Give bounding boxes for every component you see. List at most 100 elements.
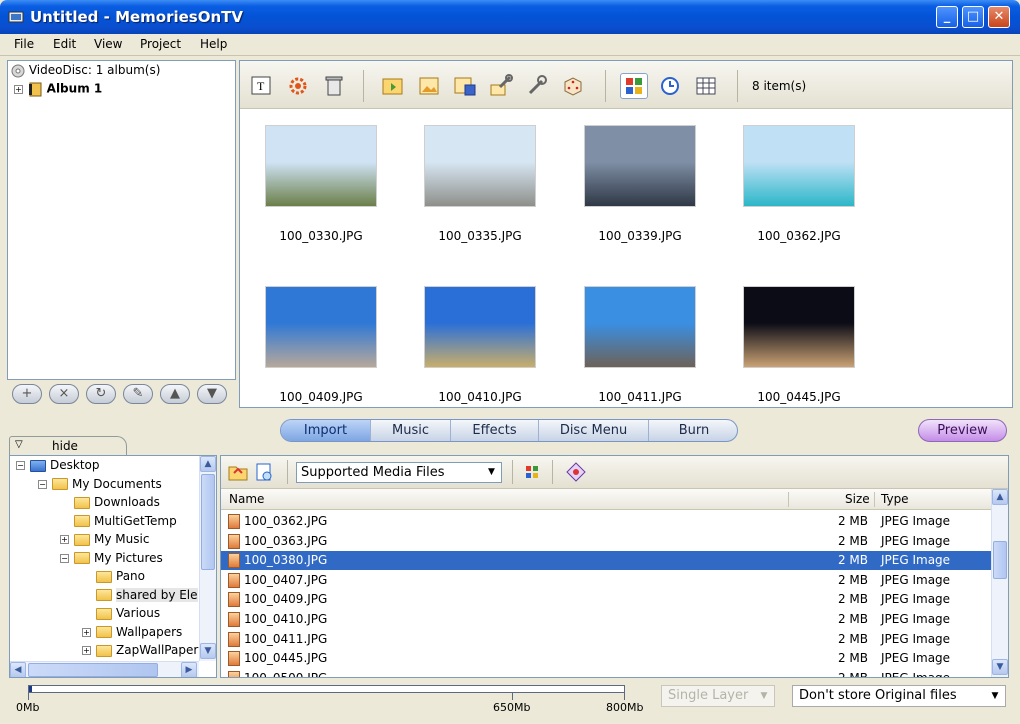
open-folder-button[interactable] <box>225 459 253 485</box>
column-type[interactable]: Type <box>881 492 909 506</box>
collapse-icon[interactable]: − <box>60 553 69 563</box>
add-album-button[interactable]: + <box>12 384 42 404</box>
minimize-button[interactable]: _ <box>936 6 958 28</box>
folder-horizontal-scrollbar[interactable]: ◀ ▶ <box>10 661 199 677</box>
tab-burn[interactable]: Burn <box>649 420 737 441</box>
folder-node[interactable]: + Wallpapers <box>82 625 182 639</box>
view-folder-button[interactable] <box>251 459 279 485</box>
folder-node[interactable]: − My Documents <box>38 477 162 491</box>
photo-image[interactable] <box>424 125 536 207</box>
folder-node[interactable]: Pano <box>82 569 145 583</box>
scroll-thumb[interactable] <box>993 541 1007 579</box>
folder-node[interactable]: + My Music <box>60 532 149 546</box>
file-row[interactable]: 100_0500.JPG 2 MB JPEG Image <box>221 669 991 677</box>
scroll-up-icon[interactable]: ▲ <box>200 456 216 472</box>
file-row[interactable]: 100_0380.JPG 2 MB JPEG Image <box>221 551 991 571</box>
menu-view[interactable]: View <box>94 37 122 51</box>
menu-help[interactable]: Help <box>200 37 227 51</box>
move-down-button[interactable]: ▼ <box>197 384 227 404</box>
column-size[interactable]: Size <box>845 492 870 506</box>
expand-icon[interactable]: + <box>82 646 91 655</box>
expand-icon[interactable]: + <box>14 84 23 94</box>
file-row[interactable]: 100_0410.JPG 2 MB JPEG Image <box>221 610 991 629</box>
move-up-button[interactable]: ▲ <box>160 384 190 404</box>
photo-image[interactable] <box>743 286 855 368</box>
album-node[interactable]: + Album 1 <box>14 81 102 97</box>
photo-image[interactable] <box>584 125 696 207</box>
scroll-right-icon[interactable]: ▶ <box>181 662 197 677</box>
folder-node[interactable]: − My Pictures <box>60 551 163 565</box>
photo-caption: 100_0330.JPG <box>279 229 363 243</box>
preview-button[interactable]: Preview <box>918 419 1007 442</box>
thumbnail-view-button[interactable] <box>620 73 648 99</box>
photo-image[interactable] <box>265 125 377 207</box>
close-button[interactable]: ✕ <box>988 6 1010 28</box>
folder-icon <box>96 626 112 638</box>
scroll-left-icon[interactable]: ◀ <box>10 662 26 677</box>
photo-image[interactable] <box>424 286 536 368</box>
folder-node[interactable]: − Desktop <box>16 458 100 472</box>
chevron-down-icon[interactable]: ▼ <box>483 464 500 481</box>
menu-edit[interactable]: Edit <box>53 37 76 51</box>
collapse-icon[interactable]: − <box>38 479 47 489</box>
scroll-thumb[interactable] <box>28 663 158 677</box>
photo-image[interactable] <box>743 125 855 207</box>
add-to-album-button[interactable] <box>563 459 591 485</box>
file-row[interactable]: 100_0409.JPG 2 MB JPEG Image <box>221 590 991 609</box>
settings-button[interactable] <box>523 73 551 99</box>
tools-button[interactable] <box>487 73 515 99</box>
expand-icon[interactable]: + <box>60 535 69 544</box>
videodisc-node[interactable]: VideoDisc: 1 album(s) <box>11 63 160 78</box>
list-view-button[interactable] <box>692 73 720 99</box>
edit-button[interactable]: ✎ <box>123 384 153 404</box>
folder-node[interactable]: Various <box>82 606 160 620</box>
timeline-view-button[interactable] <box>656 73 684 99</box>
maximize-button[interactable]: □ <box>962 6 984 28</box>
expand-icon[interactable]: + <box>82 627 91 637</box>
tab-music[interactable]: Music <box>371 420 451 441</box>
scroll-down-icon[interactable]: ▼ <box>992 659 1008 675</box>
disc-capacity-bar <box>28 685 625 693</box>
menu-project[interactable]: Project <box>140 37 181 51</box>
delete-button[interactable] <box>320 73 348 99</box>
file-row[interactable]: 100_0363.JPG 2 MB JPEG Image <box>221 532 991 551</box>
folder-vertical-scrollbar[interactable]: ▲ ▼ <box>199 456 216 661</box>
import-photos-button[interactable] <box>379 73 407 99</box>
add-text-button[interactable]: T <box>247 73 275 99</box>
file-row[interactable]: 100_0445.JPG 2 MB JPEG Image <box>221 649 991 668</box>
refresh-button[interactable]: ↻ <box>86 384 116 404</box>
store-originals-select[interactable]: Don't store Original files ▼ <box>792 685 1006 707</box>
album-tree[interactable]: VideoDisc: 1 album(s) + Album 1 <box>7 60 236 380</box>
scroll-thumb[interactable] <box>201 474 215 570</box>
folder-tree[interactable]: − Desktop − My Documents Downloads MultiGetTe… <box>9 455 217 678</box>
remove-album-button[interactable]: × <box>49 384 79 404</box>
random-button[interactable] <box>559 73 587 99</box>
thumbnail-view-button[interactable] <box>519 459 547 485</box>
menu-file[interactable]: File <box>14 37 34 51</box>
file-row[interactable]: 100_0362.JPG 2 MB JPEG Image <box>221 512 991 531</box>
chevron-down-icon[interactable]: ▼ <box>987 687 1003 705</box>
folder-node[interactable]: shared by Ele <box>82 587 198 602</box>
export-button[interactable] <box>415 73 443 99</box>
folder-node[interactable]: + ZapWallPaper <box>82 643 198 657</box>
scroll-down-icon[interactable]: ▼ <box>200 643 216 659</box>
photo-image[interactable] <box>584 286 696 368</box>
tab-import[interactable]: Import <box>281 420 371 441</box>
photo-image[interactable] <box>265 286 377 368</box>
save-image-button[interactable] <box>451 73 479 99</box>
tab-disc-menu[interactable]: Disc Menu <box>539 420 649 441</box>
folder-node[interactable]: Downloads <box>60 495 160 509</box>
file-row[interactable]: 100_0411.JPG 2 MB JPEG Image <box>221 630 991 649</box>
properties-button[interactable] <box>284 73 312 99</box>
scroll-up-icon[interactable]: ▲ <box>992 489 1008 505</box>
folder-label: Downloads <box>94 495 160 509</box>
file-vertical-scrollbar[interactable]: ▲ ▼ <box>991 489 1008 677</box>
column-name[interactable]: Name <box>229 492 264 506</box>
title-bar[interactable]: Untitled - MemoriesOnTV _ □ ✕ <box>0 0 1020 34</box>
tab-effects[interactable]: Effects <box>451 420 539 441</box>
file-row[interactable]: 100_0407.JPG 2 MB JPEG Image <box>221 571 991 590</box>
file-filter-select[interactable]: Supported Media Files ▼ <box>296 462 502 483</box>
collapse-icon[interactable]: − <box>16 461 25 470</box>
folder-node[interactable]: MultiGetTemp <box>60 514 177 528</box>
hide-tab[interactable]: ▽ hide <box>9 436 127 456</box>
